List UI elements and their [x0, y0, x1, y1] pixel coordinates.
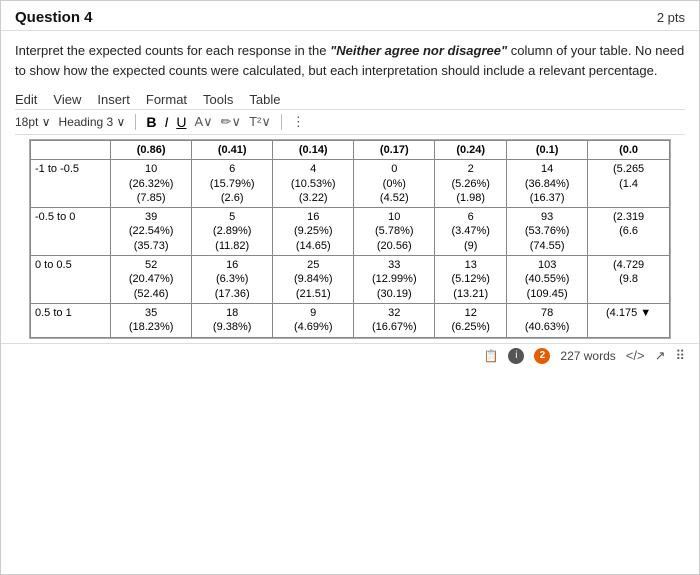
bold-button[interactable]: B [146, 114, 156, 130]
cell-2-4: 33(12.99%)(30.19) [354, 256, 435, 304]
menu-tools[interactable]: Tools [203, 92, 233, 107]
toolbar-separator [135, 114, 136, 130]
col-header-6: (0.1) [507, 141, 588, 160]
cell-3-2: 18(9.38%) [192, 303, 273, 337]
cell-3-3: 9(4.69%) [273, 303, 354, 337]
cell-1-1: 39(22.54%)(35.73) [111, 208, 192, 256]
menu-format[interactable]: Format [146, 92, 187, 107]
data-table: (0.86) (0.41) (0.14) (0.17) (0.24) (0.1)… [30, 140, 670, 338]
table-row: 0.5 to 1 35(18.23%) 18(9.38%) 9(4.69%) 3… [31, 303, 670, 337]
table-row: 0 to 0.5 52(20.47%)(52.46) 16(6.3%)(17.3… [31, 256, 670, 304]
cell-1-3: 16(9.25%)(14.65) [273, 208, 354, 256]
question-title: Question 4 [15, 9, 93, 26]
font-color-button[interactable]: A∨ [194, 114, 212, 130]
col-header-0 [31, 141, 111, 160]
cell-2-1: 52(20.47%)(52.46) [111, 256, 192, 304]
cell-2-3: 25(9.84%)(21.51) [273, 256, 354, 304]
points-label: 2 pts [657, 10, 685, 25]
col-header-3: (0.14) [273, 141, 354, 160]
col-header-5: (0.24) [435, 141, 507, 160]
cell-0-4: 0(0%)(4.52) [354, 160, 435, 208]
question-body: Interpret the expected counts for each r… [1, 31, 699, 88]
col-header-7: (0.0 [588, 141, 670, 160]
cell-0-1: 10(26.32%)(7.85) [111, 160, 192, 208]
cell-3-7: (4.175 ▼ [588, 303, 670, 337]
menu-insert[interactable]: Insert [97, 92, 130, 107]
row-label-2: 0 to 0.5 [31, 256, 111, 304]
code-view-button[interactable]: </> [626, 348, 645, 363]
cell-1-4: 10(5.78%)(20.56) [354, 208, 435, 256]
table-row: -0.5 to 0 39(22.54%)(35.73) 5(2.89%)(11.… [31, 208, 670, 256]
heading-select[interactable]: Heading 3 ∨ [58, 115, 125, 129]
word-count: 227 words [560, 349, 615, 363]
page-header: Question 4 2 pts [1, 1, 699, 31]
cell-2-5: 13(5.12%)(13.21) [435, 256, 507, 304]
cell-1-2: 5(2.89%)(11.82) [192, 208, 273, 256]
cell-2-2: 16(6.3%)(17.36) [192, 256, 273, 304]
clipboard-icon: 📋 [483, 349, 498, 363]
col-header-1: (0.86) [111, 141, 192, 160]
cell-3-4: 32(16.67%) [354, 303, 435, 337]
row-label-1: -0.5 to 0 [31, 208, 111, 256]
data-table-container: (0.86) (0.41) (0.14) (0.17) (0.24) (0.1)… [29, 139, 671, 339]
menu-table[interactable]: Table [249, 92, 280, 107]
underline-button[interactable]: U [176, 114, 186, 130]
cell-3-5: 12(6.25%) [435, 303, 507, 337]
font-size-select[interactable]: 18pt ∨ [15, 115, 50, 129]
cell-1-5: 6(3.47%)(9) [435, 208, 507, 256]
cell-0-6: 14(36.84%)(16.37) [507, 160, 588, 208]
cell-2-7: (4.729(9.8 [588, 256, 670, 304]
menu-edit[interactable]: Edit [15, 92, 37, 107]
editor-area: Edit View Insert Format Tools Table 18pt… [1, 88, 699, 339]
cell-1-7: (2.319(6.6 [588, 208, 670, 256]
cell-0-7: (5.265(1.4 [588, 160, 670, 208]
cell-0-5: 2(5.26%)(1.98) [435, 160, 507, 208]
table-header-row: (0.86) (0.41) (0.14) (0.17) (0.24) (0.1)… [31, 141, 670, 160]
question-text-prefix: Interpret the expected counts for each r… [15, 43, 330, 58]
row-label-0: -1 to -0.5 [31, 160, 111, 208]
cell-3-1: 35(18.23%) [111, 303, 192, 337]
menu-view[interactable]: View [53, 92, 81, 107]
drag-handle-icon: ⠿ [675, 348, 685, 364]
editor-footer: 📋 i 2 227 words </> ↗ ⠿ [1, 343, 699, 368]
notification-badge: 2 [534, 348, 550, 364]
row-label-3: 0.5 to 1 [31, 303, 111, 337]
cell-2-6: 103(40.55%)(109.45) [507, 256, 588, 304]
superscript-button[interactable]: T²∨ [249, 114, 271, 130]
cell-1-6: 93(53.76%)(74.55) [507, 208, 588, 256]
highlight-button[interactable]: ✏∨ [221, 114, 241, 130]
more-options-icon[interactable]: ⋮ [292, 114, 305, 130]
col-header-2: (0.41) [192, 141, 273, 160]
menu-bar: Edit View Insert Format Tools Table [15, 88, 685, 110]
col-header-4: (0.17) [354, 141, 435, 160]
toolbar: 18pt ∨ Heading 3 ∨ B I U A∨ ✏∨ T²∨ ⋮ [15, 110, 685, 135]
cell-0-2: 6(15.79%)(2.6) [192, 160, 273, 208]
info-icon: i [508, 348, 524, 364]
table-row: -1 to -0.5 10(26.32%)(7.85) 6(15.79%)(2.… [31, 160, 670, 208]
cell-0-3: 4(10.53%)(3.22) [273, 160, 354, 208]
toolbar-separator-2 [281, 114, 282, 130]
italic-button[interactable]: I [164, 114, 168, 130]
expand-button[interactable]: ↗ [655, 348, 666, 364]
question-text-emphasis: "Neither agree nor disagree" [330, 43, 507, 58]
cell-3-6: 78(40.63%) [507, 303, 588, 337]
